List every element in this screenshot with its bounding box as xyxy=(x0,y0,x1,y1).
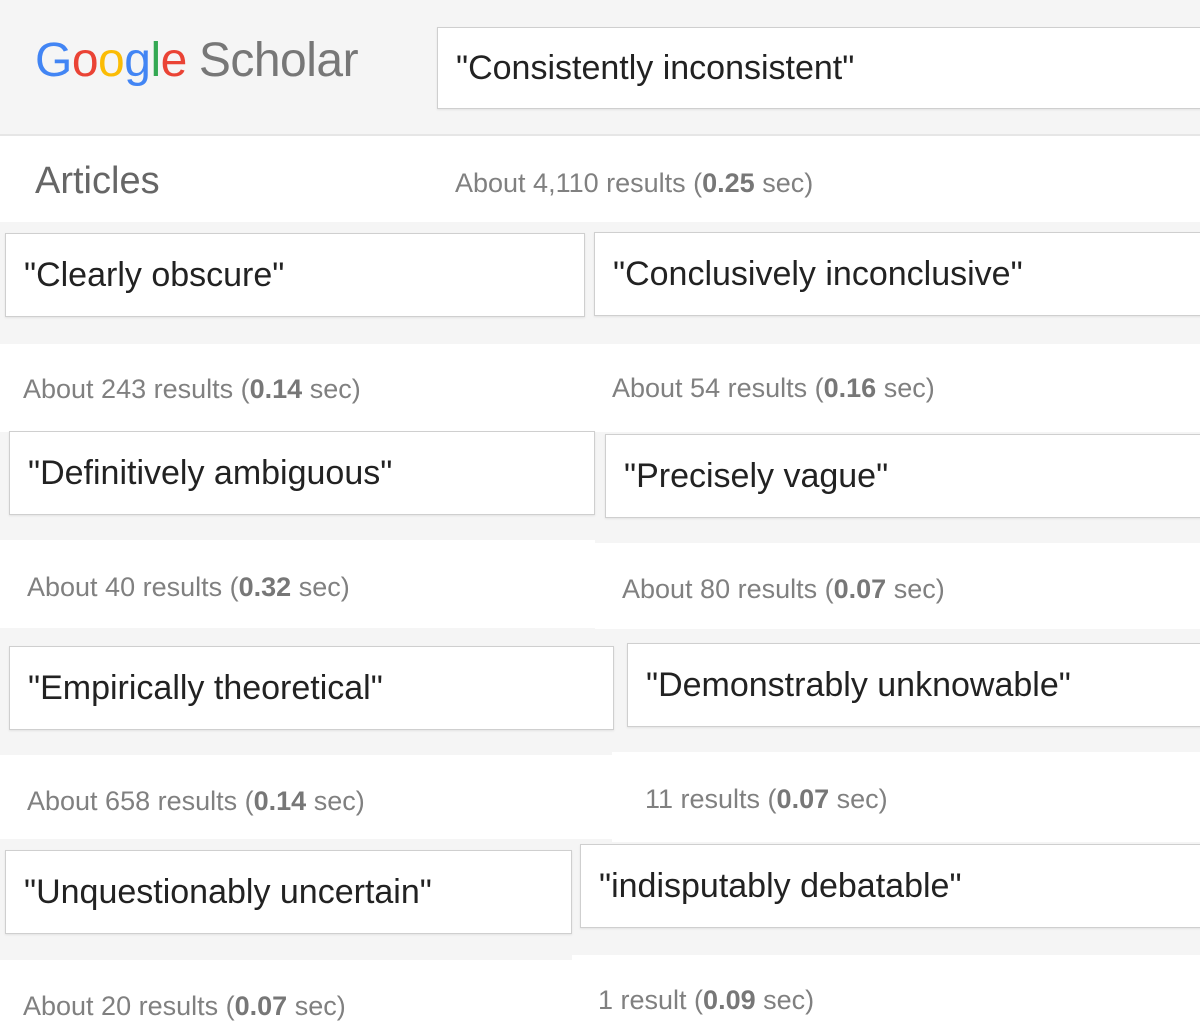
logo-letter: l xyxy=(150,34,161,87)
search-input[interactable]: "Demonstrably unknowable" xyxy=(627,643,1200,727)
result-count: About 4,110 results ( xyxy=(455,168,703,198)
search-input[interactable]: "indisputably debatable" xyxy=(580,844,1200,928)
search-input[interactable]: "Conclusively inconclusive" xyxy=(594,232,1200,316)
result-count: 1 result ( xyxy=(598,985,704,1015)
result-time: 0.14 xyxy=(249,374,303,404)
result-count: About 658 results ( xyxy=(27,786,254,816)
result-stats: 1 result (0.09 sec) xyxy=(598,985,814,1016)
result-count: About 54 results ( xyxy=(612,373,824,403)
result-count: About 20 results ( xyxy=(23,991,235,1021)
result-stats: About 54 results (0.16 sec) xyxy=(612,373,935,404)
search-input[interactable]: "Consistently inconsistent" xyxy=(437,27,1200,109)
result-time: 0.32 xyxy=(238,572,292,602)
result-count: 11 results ( xyxy=(645,784,777,814)
result-stats: About 658 results (0.14 sec) xyxy=(27,786,365,817)
result-unit: sec) xyxy=(302,374,361,404)
google-scholar-logo[interactable]: Google Scholar xyxy=(35,33,359,88)
result-stats: About 80 results (0.07 sec) xyxy=(622,574,945,605)
result-unit: sec) xyxy=(754,168,814,198)
result-time: 0.07 xyxy=(776,784,830,814)
result-time: 0.16 xyxy=(823,373,877,403)
result-time: 0.07 xyxy=(234,991,288,1021)
section-label-articles[interactable]: Articles xyxy=(35,160,160,203)
result-unit: sec) xyxy=(287,991,346,1021)
result-unit: sec) xyxy=(886,574,945,604)
result-count: About 80 results ( xyxy=(622,574,834,604)
result-unit: sec) xyxy=(829,784,888,814)
result-stats: About 4,110 results (0.25 sec) xyxy=(455,168,813,199)
search-input[interactable]: "Definitively ambiguous" xyxy=(9,431,595,515)
logo-letter: o xyxy=(98,34,125,87)
result-unit: sec) xyxy=(291,572,350,602)
result-time: 0.09 xyxy=(703,985,756,1015)
result-stats: About 243 results (0.14 sec) xyxy=(23,374,361,405)
result-stats: 11 results (0.07 sec) xyxy=(645,784,888,815)
search-input[interactable]: "Empirically theoretical" xyxy=(9,646,614,730)
result-unit: sec) xyxy=(876,373,935,403)
result-time: 0.14 xyxy=(253,786,307,816)
logo-letter: G xyxy=(35,34,72,87)
result-stats: About 20 results (0.07 sec) xyxy=(23,991,346,1022)
result-time: 0.07 xyxy=(833,574,887,604)
logo-letter: g xyxy=(124,34,151,87)
result-unit: sec) xyxy=(755,985,815,1015)
result-count: About 243 results ( xyxy=(23,374,250,404)
search-input[interactable]: "Precisely vague" xyxy=(605,434,1200,518)
result-count: About 40 results ( xyxy=(27,572,239,602)
search-input[interactable]: "Clearly obscure" xyxy=(5,233,585,317)
result-stats: About 40 results (0.32 sec) xyxy=(27,572,350,603)
result-time: 0.25 xyxy=(702,168,755,198)
result-unit: sec) xyxy=(306,786,365,816)
logo-product: Scholar xyxy=(198,34,359,87)
search-input[interactable]: "Unquestionably uncertain" xyxy=(5,850,572,934)
logo-letter: o xyxy=(71,34,99,87)
logo-letter: e xyxy=(160,34,188,87)
